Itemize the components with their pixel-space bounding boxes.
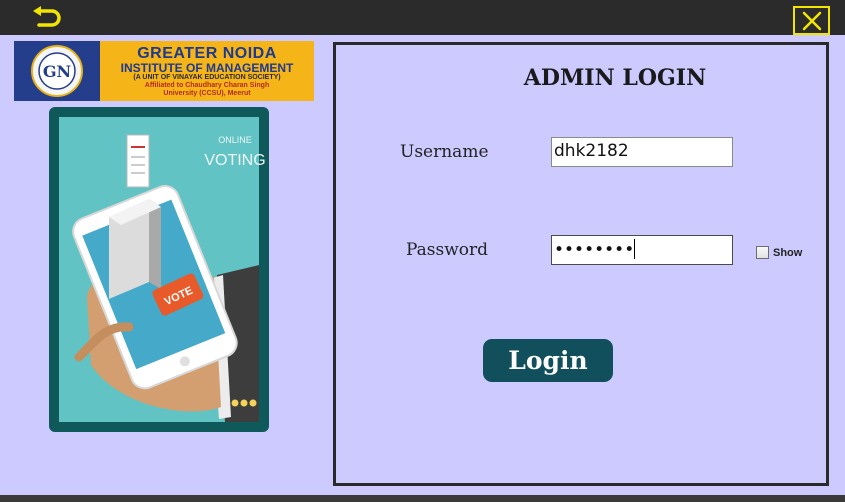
logo-university-text: University (CCSU), Meerut: [163, 90, 251, 97]
back-button[interactable]: [30, 6, 66, 30]
password-field[interactable]: ••••••••: [551, 235, 733, 265]
show-password-toggle[interactable]: Show: [756, 246, 802, 259]
login-button[interactable]: Login: [483, 339, 613, 382]
show-password-checkbox[interactable]: [756, 246, 769, 259]
back-arrow-icon: [33, 6, 61, 27]
username-value: dhk2182: [554, 141, 629, 161]
online-voting-illustration: VOTE ONLINE VOTING: [49, 107, 269, 432]
title-bar: [0, 0, 845, 35]
logo-title: GREATER NOIDA: [137, 45, 277, 62]
logo-affiliation-text: Affiliated to Chaudhary Charan Singh: [144, 82, 270, 89]
logo-text: GREATER NOIDA INSTITUTE OF MANAGEMENT (A…: [102, 45, 312, 98]
text-caret: [634, 239, 636, 259]
admin-login-panel: ADMIN LOGIN Username dhk2182 Password ••…: [333, 42, 829, 486]
main-area: GN GREATER NOIDA INSTITUTE OF MANAGEMENT…: [0, 35, 845, 495]
password-value: ••••••••: [554, 240, 635, 260]
logo-unit-text: (A UNIT OF VINAYAK EDUCATION SOCIETY): [133, 74, 281, 81]
bottom-strip: [0, 495, 845, 502]
institute-logo: GN GREATER NOIDA INSTITUTE OF MANAGEMENT…: [14, 41, 314, 101]
close-icon: [802, 11, 821, 30]
close-button[interactable]: [793, 6, 830, 35]
online-caption: ONLINE: [218, 135, 252, 145]
page-title: ADMIN LOGIN: [523, 65, 707, 91]
show-password-label[interactable]: Show: [773, 247, 802, 259]
logo-emblem-letters: GN: [43, 62, 71, 81]
logo-emblem: GN: [14, 41, 100, 101]
password-label: Password: [406, 240, 489, 260]
voting-caption: VOTING: [204, 152, 265, 169]
logo-subtitle: INSTITUTE OF MANAGEMENT: [120, 61, 294, 75]
username-field[interactable]: dhk2182: [551, 137, 733, 167]
username-label: Username: [400, 142, 489, 162]
